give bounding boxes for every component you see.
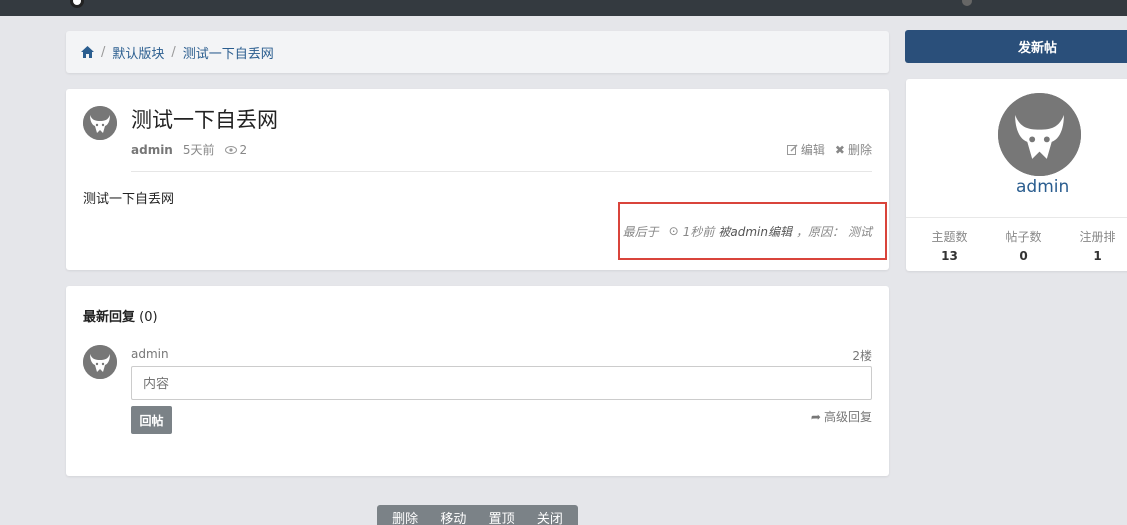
mod-delete-button[interactable]: 删除 xyxy=(392,508,418,525)
stat-label: 帖子数 xyxy=(1005,230,1042,244)
bull-logo-icon xyxy=(83,345,117,379)
edit-note-time: 1秒前 xyxy=(682,224,715,239)
eye-icon xyxy=(224,145,237,154)
post-time: 5天前 xyxy=(182,143,215,157)
breadcrumb-item-thread[interactable]: 测试一下自丢网 xyxy=(183,43,274,62)
user-profile-card: admin 主题数 13 帖子数 0 注册排 1 xyxy=(906,79,1127,271)
replies-card: 最新回复 (0) admin 2楼 回帖 ➦ 高级回复 xyxy=(66,286,889,476)
post-actions: 编辑 ✖ 删除 xyxy=(786,141,872,158)
reply-username: admin xyxy=(131,347,169,361)
delete-label: 删除 xyxy=(847,143,872,157)
profile-stats: 主题数 13 帖子数 0 注册排 1 xyxy=(906,228,1127,263)
edit-note-prefix: 最后于 xyxy=(622,224,659,239)
reply-avatar[interactable] xyxy=(83,345,117,379)
top-navbar xyxy=(0,0,1127,16)
advanced-reply-label: 高级回复 xyxy=(823,410,872,424)
stat-value: 1 xyxy=(1093,249,1102,263)
reply-input[interactable] xyxy=(131,366,872,400)
reply-floor: 2楼 xyxy=(852,349,872,363)
profile-username[interactable]: admin xyxy=(1016,177,1069,197)
advanced-reply-link[interactable]: ➦ 高级回复 xyxy=(811,408,872,425)
bull-logo-icon xyxy=(998,93,1081,176)
clock-icon: ⊙ xyxy=(668,224,679,238)
share-arrow-icon: ➦ xyxy=(810,409,821,424)
post-title: 测试一下自丢网 xyxy=(131,108,278,132)
divider xyxy=(131,171,872,172)
divider xyxy=(906,217,1127,218)
stat-posts: 帖子数 0 xyxy=(988,228,1059,263)
edit-note-reason-label: ，原因： xyxy=(795,224,844,239)
stat-label: 注册排 xyxy=(1079,230,1116,244)
new-post-button[interactable]: 发新帖 xyxy=(905,30,1127,63)
moderation-toolbar: 删除 移动 置顶 关闭 xyxy=(377,505,578,525)
user-menu-icon[interactable] xyxy=(962,0,972,6)
delete-button[interactable]: ✖ 删除 xyxy=(835,141,872,158)
close-icon: ✖ xyxy=(834,142,845,157)
post-meta: admin 5天前 2 xyxy=(131,141,247,158)
edit-label: 编辑 xyxy=(800,143,825,157)
bull-logo-icon xyxy=(83,106,117,140)
breadcrumb-item-board[interactable]: 默认版块 xyxy=(112,43,164,62)
stat-label: 主题数 xyxy=(931,230,968,244)
mod-pin-button[interactable]: 置顶 xyxy=(489,508,515,525)
view-count: 2 xyxy=(224,142,248,157)
post-card: 测试一下自丢网 admin 5天前 2 编辑 ✖ 删除 测试一下自丢网 最后于 … xyxy=(66,89,889,270)
breadcrumb-separator: / xyxy=(171,44,176,60)
mod-move-button[interactable]: 移动 xyxy=(440,508,466,525)
profile-avatar[interactable] xyxy=(998,93,1081,176)
last-edit-note: 最后于 ⊙ 1秒前 被admin编辑 ，原因： 测试 xyxy=(618,202,887,260)
replies-title: 最新回复 xyxy=(83,310,136,325)
reply-submit-button[interactable]: 回帖 xyxy=(131,406,172,434)
home-icon[interactable] xyxy=(81,46,94,58)
replies-heading: 最新回复 (0) xyxy=(83,306,158,325)
mod-close-button[interactable]: 关闭 xyxy=(537,508,563,525)
author-avatar[interactable] xyxy=(83,106,117,140)
stat-value: 0 xyxy=(1019,249,1028,263)
edit-note-reason: 测试 xyxy=(847,224,872,239)
stat-rank: 注册排 1 xyxy=(1059,228,1127,263)
edit-icon xyxy=(786,144,798,155)
stat-threads: 主题数 13 xyxy=(911,228,988,263)
site-logo[interactable] xyxy=(70,0,84,8)
breadcrumb: / 默认版块 / 测试一下自丢网 xyxy=(66,31,889,73)
stat-value: 13 xyxy=(941,249,958,263)
post-body: 测试一下自丢网 xyxy=(83,192,175,207)
replies-count: (0) xyxy=(139,310,158,325)
view-count-value: 2 xyxy=(239,142,248,157)
edit-button[interactable]: 编辑 xyxy=(786,141,825,158)
edit-note-editor[interactable]: 被admin编辑 xyxy=(718,223,792,240)
post-author[interactable]: admin xyxy=(131,143,173,157)
breadcrumb-separator: / xyxy=(101,44,106,60)
